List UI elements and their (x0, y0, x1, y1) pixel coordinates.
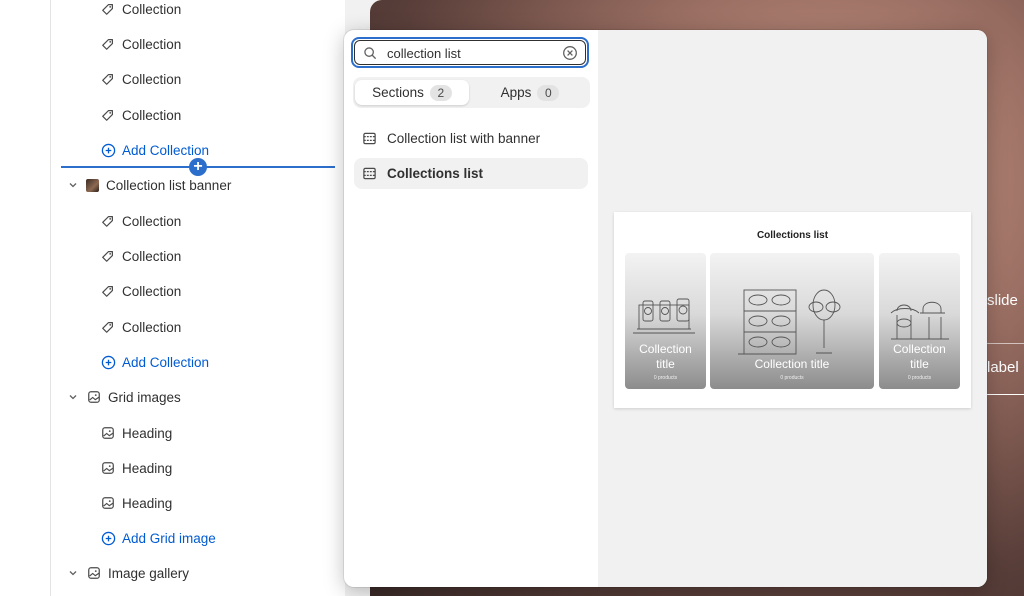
watches-illustration (633, 298, 695, 334)
hero-slide-text: slide (987, 292, 1018, 309)
tree-item-label: Heading (122, 460, 173, 476)
add-section-popup: Sections 2 Apps 0 Collection list with b… (344, 30, 987, 587)
tree-item-label: Collection (122, 71, 182, 87)
add-collection-label: Add Collection (122, 142, 210, 158)
tab-apps[interactable]: Apps 0 (473, 80, 587, 105)
section-type-tabs: Sections 2 Apps 0 (353, 77, 590, 108)
chevron-down-icon[interactable] (66, 178, 80, 192)
image-icon (100, 460, 116, 476)
clear-search-icon[interactable] (562, 45, 578, 61)
tag-icon (100, 36, 116, 52)
search-icon (364, 47, 376, 59)
result-label: Collection list with banner (387, 131, 541, 146)
tag-icon (100, 283, 116, 299)
search-input[interactable] (387, 43, 557, 63)
section-tree-panel: Collection Collection Collection Collect… (0, 0, 345, 596)
hero-underline (987, 394, 1024, 395)
preview-title: Collections list (756, 230, 829, 241)
collection-title: Collection title (893, 342, 946, 371)
tag-icon (100, 1, 116, 17)
collection-tile: Collection title 0 products (710, 253, 874, 389)
tree-section-label: Collection list banner (106, 177, 232, 193)
tab-sections[interactable]: Sections 2 (355, 80, 469, 105)
plus-circle-icon (100, 354, 116, 370)
result-collections-list[interactable]: Collections list (354, 158, 588, 189)
collection-title: Collection title (639, 342, 692, 371)
tree-item-heading[interactable]: Heading (100, 457, 172, 479)
section-preview-card: Collections list Collection title 0 prod… (614, 212, 971, 408)
collection-tile: Collection title 0 products (879, 253, 960, 389)
tree-item-label: Collection (122, 36, 182, 52)
tab-apps-label: Apps (500, 85, 532, 100)
collection-products-count: 0 products (907, 375, 932, 381)
tab-sections-label: Sections (372, 85, 424, 100)
tree-item-label: Heading (122, 425, 173, 441)
tree-item-label: Collection (122, 107, 182, 123)
tree-item-label: Collection (122, 248, 182, 264)
tree-section-image-gallery[interactable]: Image gallery (66, 562, 189, 584)
image-icon (100, 495, 116, 511)
tree-item-heading[interactable]: Heading (100, 422, 172, 444)
section-layout-icon (362, 131, 378, 147)
tree-section-grid-images[interactable]: Grid images (66, 386, 181, 408)
tag-icon (100, 107, 116, 123)
glasses-illustration (738, 289, 841, 355)
tree-item-label: Collection (122, 283, 182, 299)
tab-apps-count: 0 (537, 84, 560, 101)
result-label: Collections list (387, 166, 484, 181)
tree-item-collection[interactable]: Collection (100, 245, 181, 267)
image-icon (86, 389, 102, 405)
add-grid-image-label: Add Grid image (122, 530, 216, 546)
collection-products-count: 0 products (780, 375, 804, 381)
tree-item-collection[interactable]: Collection (100, 210, 181, 232)
collection-tile: Collection title 0 products (625, 253, 706, 389)
plus-circle-icon (100, 530, 116, 546)
tree-item-label: Collection (122, 1, 182, 17)
result-collection-list-with-banner[interactable]: Collection list with banner (354, 123, 588, 154)
search-field[interactable] (351, 37, 589, 68)
tree-section-collection-list-banner[interactable]: Collection list banner (66, 174, 231, 196)
tree-section-label: Image gallery (108, 565, 190, 581)
plus-circle-icon (100, 142, 116, 158)
image-icon (86, 565, 102, 581)
tree-item-collection[interactable]: Collection (100, 316, 181, 338)
image-icon (100, 425, 116, 441)
chevron-down-icon[interactable] (66, 390, 80, 404)
tag-icon (100, 319, 116, 335)
hats-illustration (890, 301, 949, 340)
hero-divider (987, 343, 1024, 344)
tag-icon (100, 213, 116, 229)
add-collection-button[interactable]: Add Collection (100, 351, 209, 373)
tree-item-collection[interactable]: Collection (100, 104, 181, 126)
collection-products-count: 0 products (653, 375, 678, 381)
tag-icon (100, 248, 116, 264)
tree-item-label: Collection (122, 319, 182, 335)
add-collection-label: Add Collection (122, 354, 210, 370)
tree-item-label: Heading (122, 495, 173, 511)
section-thumbnail (86, 178, 99, 192)
chevron-down-icon[interactable] (66, 566, 80, 580)
section-layout-icon (362, 166, 378, 182)
tree-item-collection[interactable]: Collection (100, 33, 181, 55)
tree-item-collection[interactable]: Collection (100, 280, 181, 302)
tree-divider (50, 0, 51, 596)
tree-item-collection[interactable]: Collection (100, 68, 181, 90)
tree-item-label: Collection (122, 213, 182, 229)
tree-item-heading[interactable]: Heading (100, 492, 172, 514)
add-grid-image-button[interactable]: Add Grid image (100, 527, 216, 549)
collection-title: Collection title (754, 357, 830, 371)
tree-section-label: Grid images (108, 389, 181, 405)
tag-icon (100, 71, 116, 87)
tree-item-collection[interactable]: Collection (100, 0, 181, 20)
tab-sections-count: 2 (429, 84, 452, 101)
hero-label-text: label (987, 359, 1019, 376)
